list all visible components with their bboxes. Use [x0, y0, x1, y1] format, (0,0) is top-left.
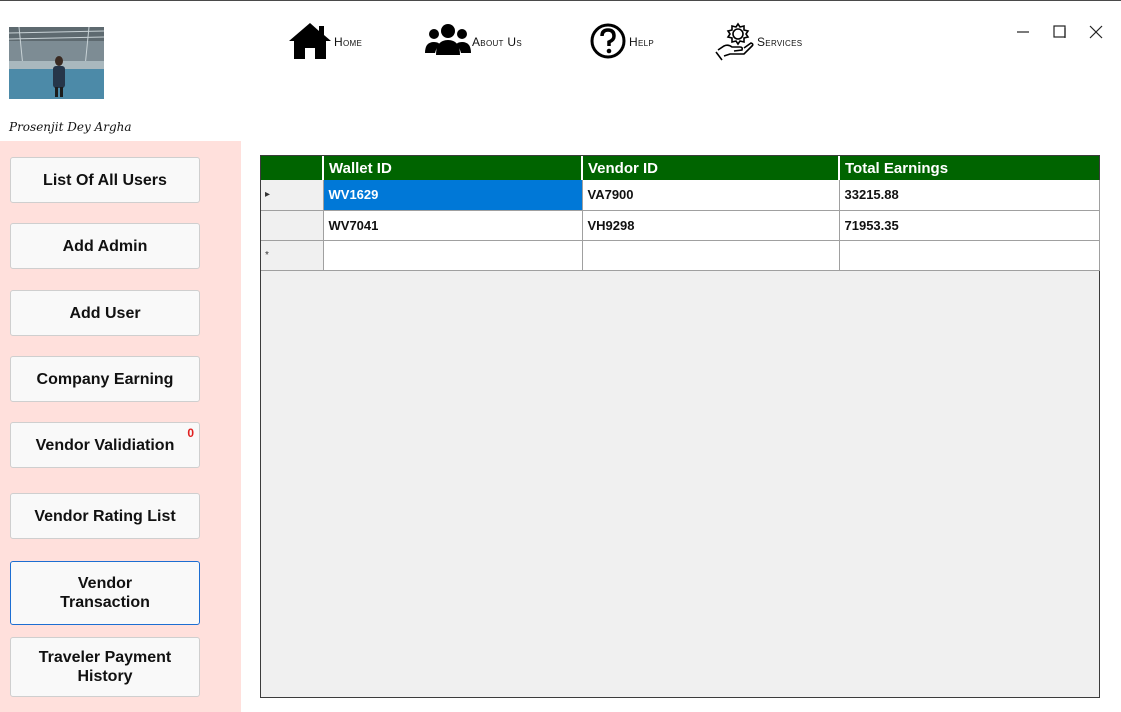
- sidebar-item-label: Add Admin: [62, 237, 148, 255]
- column-header-total-earnings[interactable]: Total Earnings: [838, 156, 1099, 180]
- cell-total-earnings[interactable]: [839, 240, 1100, 271]
- sidebar-item-add-admin[interactable]: Add Admin: [10, 223, 200, 269]
- row-selector[interactable]: [261, 210, 324, 241]
- sidebar-item-label: Vendor Transaction: [60, 575, 150, 611]
- nav-services-label: Services: [757, 35, 803, 49]
- maximize-icon: [1053, 25, 1066, 38]
- sidebar-item-list-of-all-users[interactable]: List Of All Users: [10, 157, 200, 203]
- nav-help[interactable]: Help: [588, 22, 654, 62]
- maximize-button[interactable]: [1048, 20, 1072, 44]
- nav-home[interactable]: Home: [287, 22, 362, 62]
- cell-wallet-id[interactable]: WV1629: [323, 180, 583, 211]
- sidebar-item-label: Add User: [69, 304, 141, 322]
- new-row[interactable]: *: [261, 240, 1100, 271]
- cell-vendor-id[interactable]: VH9298: [582, 210, 840, 241]
- table-row[interactable]: ▸ WV1629 VA7900 33215.88: [261, 180, 1100, 211]
- sidebar-item-label: Traveler Payment History: [38, 649, 172, 685]
- nav-about-us[interactable]: About Us: [425, 22, 522, 62]
- sidebar-item-vendor-validiation[interactable]: Vendor Validiation 0: [10, 422, 200, 468]
- nav-home-label: Home: [334, 35, 363, 49]
- sidebar-item-company-earning[interactable]: Company Earning: [10, 356, 200, 402]
- data-grid[interactable]: Wallet ID Vendor ID Total Earnings ▸ WV1…: [260, 155, 1100, 698]
- help-icon: [588, 21, 628, 64]
- nav-help-label: Help: [629, 35, 654, 49]
- cell-vendor-id[interactable]: [582, 240, 840, 271]
- sidebar-item-label: List Of All Users: [43, 171, 167, 189]
- close-button[interactable]: [1084, 20, 1108, 44]
- cell-vendor-id[interactable]: VA7900: [582, 180, 840, 211]
- cell-wallet-id[interactable]: [323, 240, 583, 271]
- nav-services[interactable]: Services: [714, 22, 802, 62]
- sidebar-item-vendor-rating-list[interactable]: Vendor Rating List: [10, 493, 200, 539]
- row-selector-arrow-icon[interactable]: ▸: [261, 180, 324, 211]
- cell-wallet-id[interactable]: WV7041: [323, 210, 583, 241]
- notification-badge: 0: [187, 426, 194, 440]
- sidebar-item-label: Vendor Validiation: [35, 436, 175, 454]
- grid-header-row: Wallet ID Vendor ID Total Earnings: [261, 156, 1099, 180]
- sidebar-item-traveler-payment-history[interactable]: Traveler Payment History: [10, 637, 200, 697]
- close-icon: [1089, 25, 1103, 39]
- column-header-wallet-id[interactable]: Wallet ID: [322, 156, 582, 180]
- cell-total-earnings[interactable]: 33215.88: [839, 180, 1100, 211]
- minimize-button[interactable]: [1011, 20, 1035, 44]
- sidebar-item-label: Vendor Rating List: [34, 507, 176, 525]
- profile-name: Prosenjit Dey Argha: [9, 120, 132, 134]
- sidebar-item-label: Company Earning: [36, 370, 174, 388]
- window-top-border: [0, 0, 1121, 1]
- column-header-vendor-id[interactable]: Vendor ID: [581, 156, 839, 180]
- sidebar-item-vendor-transaction[interactable]: Vendor Transaction: [10, 561, 200, 625]
- users-icon: [425, 21, 471, 64]
- cell-total-earnings[interactable]: 71953.35: [839, 210, 1100, 241]
- profile-photo: [9, 27, 104, 99]
- grid-corner-header[interactable]: [261, 156, 323, 180]
- table-row[interactable]: WV7041 VH9298 71953.35: [261, 210, 1100, 241]
- nav-about-us-label: About Us: [472, 35, 522, 49]
- minimize-icon: [1017, 31, 1029, 33]
- services-icon: [714, 20, 756, 65]
- sidebar-item-add-user[interactable]: Add User: [10, 290, 200, 336]
- home-icon: [287, 21, 333, 64]
- new-row-asterisk-icon[interactable]: *: [261, 240, 324, 271]
